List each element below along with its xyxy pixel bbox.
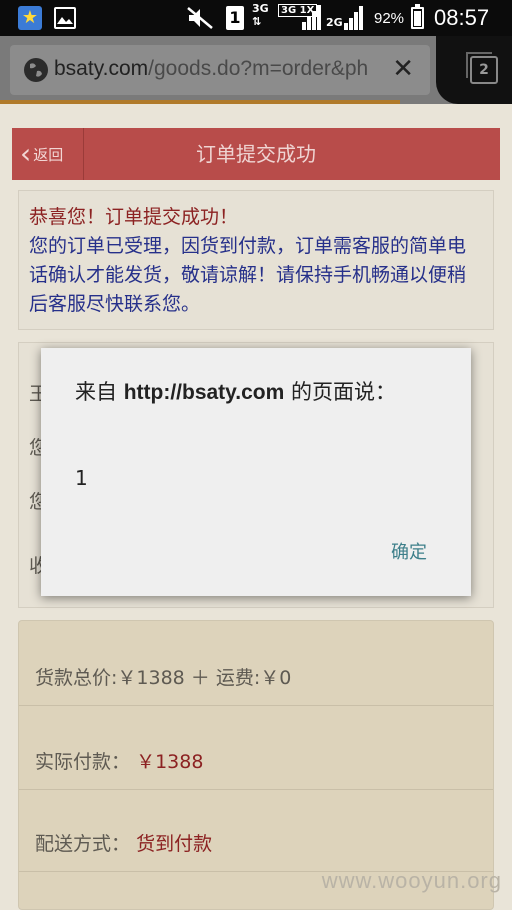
dialog-title: 来自 http://bsaty.com 的页面说： (75, 378, 445, 407)
signal-strength-2-icon (344, 6, 364, 30)
star-app-icon: ★ (18, 6, 42, 30)
network-3g-icon: 3G ⇅ (252, 3, 269, 29)
battery-percent: 92% (374, 9, 405, 27)
url-domain: bsaty.com (54, 57, 149, 80)
address-bar[interactable]: bsaty.com/goods.do?m=order&ph ✕ (10, 45, 430, 95)
gallery-icon (54, 7, 76, 29)
url-path: /goods.do?m=order&ph (148, 57, 369, 80)
clock: 08:57 (434, 5, 490, 30)
status-bar: ★ 1 3G ⇅ 3G 1X 2G 92% 08:57 (0, 0, 512, 36)
data-arrows-icon: ⇅ (252, 15, 262, 28)
network-2g-label: 2G (326, 16, 343, 29)
mute-icon (186, 0, 214, 36)
globe-icon (24, 58, 48, 82)
network-3g-1x-icon: 3G 1X (278, 4, 322, 32)
battery-icon (411, 4, 424, 29)
signal-strength-icon (302, 4, 322, 30)
dialog-title-prefix: 来自 (75, 380, 117, 404)
close-icon[interactable]: ✕ (392, 55, 414, 83)
ok-button[interactable]: 确定 (391, 538, 427, 564)
sim-slot-indicator: 1 (226, 6, 244, 30)
dialog-message: 1 (75, 466, 88, 490)
tab-count-button[interactable]: 2 (466, 52, 498, 84)
dialog-title-suffix: 的页面说： (291, 380, 396, 404)
alert-dialog: 来自 http://bsaty.com 的页面说： 1 确定 (41, 348, 471, 596)
network-3g-label: 3G (252, 2, 269, 15)
dialog-title-origin: http://bsaty.com (123, 381, 285, 404)
url-text[interactable]: bsaty.com/goods.do?m=order&ph (54, 57, 374, 81)
